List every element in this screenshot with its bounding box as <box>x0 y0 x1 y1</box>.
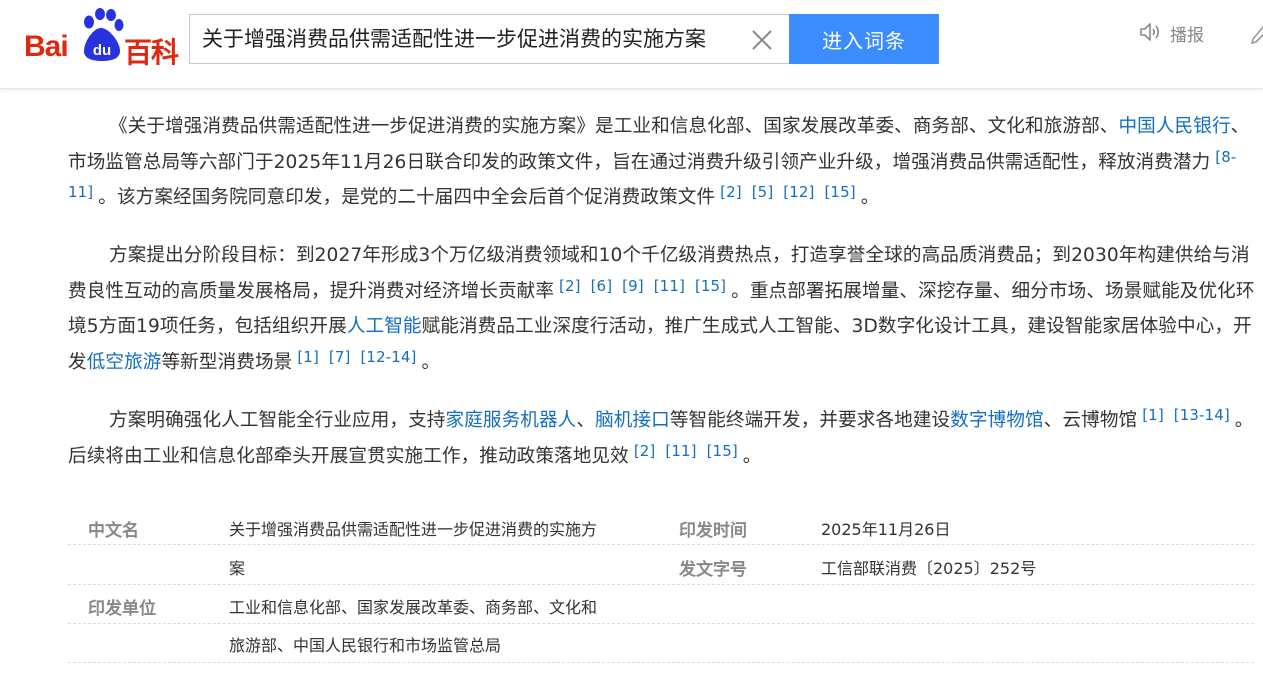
ref-15[interactable]: [15] <box>702 442 743 460</box>
ref-12-14[interactable]: [12-14] <box>355 348 421 366</box>
info-label-doc-number: 发文字号 <box>679 560 747 580</box>
info-value-date: 2025年11月26日 <box>821 520 951 539</box>
ref-11[interactable]: [11] <box>649 277 690 295</box>
baidu-baike-logo[interactable]: Bai du 百科 <box>24 8 179 69</box>
text-span: 。 <box>742 445 762 467</box>
text-span: 等新型消费场景 <box>161 351 293 373</box>
link-bci[interactable]: 脑机接口 <box>595 410 670 431</box>
info-label-issuer: 印发单位 <box>88 599 156 619</box>
link-home-service-robot[interactable]: 家庭服务机器人 <box>446 410 577 431</box>
speaker-icon <box>1140 23 1160 41</box>
text-span: 。 <box>860 187 880 208</box>
text-span: 。 <box>421 351 441 373</box>
article-content: 《关于增强消费品供需适配性进一步促进消费的实施方案》是工业和信息化部、国家发展改… <box>0 89 1263 675</box>
close-icon[interactable] <box>750 28 774 52</box>
text-span: 。该方案经国务院同意印发，是党的二十届四中全会后首个促消费政策文件 <box>98 187 716 208</box>
ref-2[interactable]: [2] <box>715 183 747 201</box>
info-value-issuer-line1: 工业和信息化部、国家发展改革委、商务部、文化和 <box>229 598 598 617</box>
text-span: 《关于增强消费品供需适配性进一步促进消费的实施方案》是工业和信息化部、国家发展改… <box>109 116 1119 137</box>
edit-icon[interactable] <box>1249 24 1263 46</box>
text-span: 等智能终端开发，并要求各地建设 <box>669 410 951 431</box>
text-span: 、 <box>576 410 596 431</box>
search-box: 关于增强消费品供需适配性进一步促进消费的实施方案 <box>189 14 789 64</box>
ref-1[interactable]: [1] <box>292 348 324 366</box>
info-value-issuer-line2: 旅游部、中国人民银行和市场监管总局 <box>229 636 502 655</box>
ref-2[interactable]: [2] <box>629 442 661 460</box>
logo-text-baike: 百科 <box>124 36 179 69</box>
logo-text-bai: Bai <box>24 30 69 63</box>
search-input[interactable]: 关于增强消费品供需适配性进一步促进消费的实施方案 <box>202 15 738 63</box>
link-low-altitude-tourism[interactable]: 低空旅游 <box>87 352 162 373</box>
enter-entry-button[interactable]: 进入词条 <box>789 14 939 64</box>
info-value-name-line1: 关于增强消费品供需适配性进一步促进消费的实施方 <box>229 520 598 539</box>
row-divider <box>68 623 1254 624</box>
ref-5[interactable]: [5] <box>747 183 779 201</box>
ref-1[interactable]: [1] <box>1137 406 1169 424</box>
logo-text-du: du <box>93 42 111 59</box>
play-label: 播报 <box>1170 26 1204 46</box>
info-label-date: 印发时间 <box>679 521 747 541</box>
basic-info-table: 中文名 关于增强消费品供需适配性进一步促进消费的实施方 印发时间 2025年11… <box>68 507 1254 673</box>
row-divider <box>68 584 1254 585</box>
ref-9[interactable]: [9] <box>617 277 649 295</box>
row-divider <box>68 544 1254 545</box>
summary-paragraph-3: 方案明确强化人工智能全行业应用，支持家庭服务机器人、脑机接口等智能终端开发，并要… <box>68 403 1256 474</box>
ref-2[interactable]: [2] <box>554 277 586 295</box>
baidu-paw-icon: du <box>84 8 124 61</box>
text-span: 方案明确强化人工智能全行业应用，支持 <box>109 410 446 431</box>
row-divider <box>68 662 1254 663</box>
top-header: Bai du 百科 关于增强消费品供需适配性进一步促进消费的实施方案 进入词条 … <box>0 0 1263 89</box>
link-pboc[interactable]: 中国人民银行 <box>1118 116 1230 137</box>
ref-6[interactable]: [6] <box>586 277 618 295</box>
ref-15[interactable]: [15] <box>819 183 860 201</box>
link-digital-museum[interactable]: 数字博物馆 <box>950 410 1043 431</box>
summary-paragraph-2: 方案提出分阶段目标：到2027年形成3个万亿级消费领域和10个千亿级消费热点，打… <box>68 238 1256 380</box>
info-label-name: 中文名 <box>88 521 139 541</box>
ref-12[interactable]: [12] <box>778 183 819 201</box>
ref-15[interactable]: [15] <box>690 277 731 295</box>
ref-11[interactable]: [11] <box>660 442 701 460</box>
link-ai[interactable]: 人工智能 <box>347 316 422 337</box>
text-span: 、云博物馆 <box>1043 410 1138 431</box>
ref-13-14[interactable]: [13-14] <box>1169 406 1235 424</box>
info-value-doc-number: 工信部联消费〔2025〕252号 <box>821 559 1037 578</box>
info-value-name-line2: 案 <box>229 559 246 578</box>
summary-paragraph-1: 《关于增强消费品供需适配性进一步促进消费的实施方案》是工业和信息化部、国家发展改… <box>68 109 1256 216</box>
ref-7[interactable]: [7] <box>324 348 356 366</box>
